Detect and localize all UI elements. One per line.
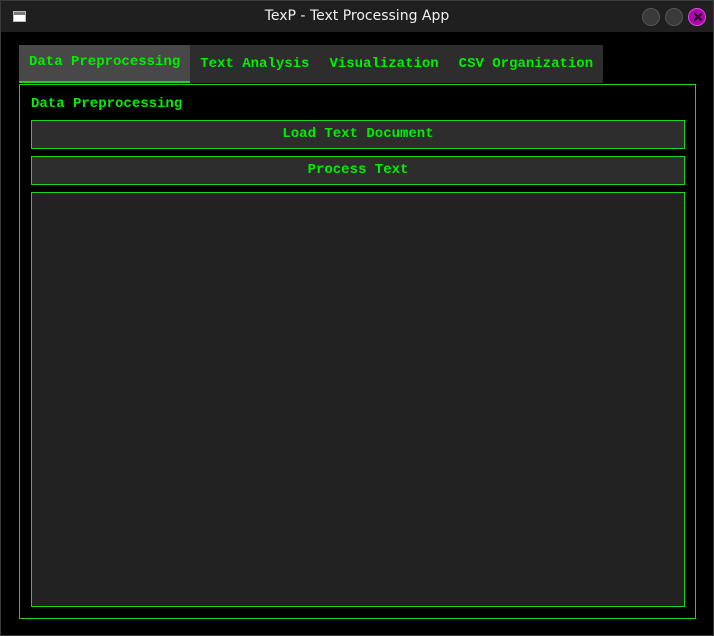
process-text-button[interactable]: Process Text xyxy=(31,156,685,185)
app-window: TexP - Text Processing App Data Preproce… xyxy=(0,0,714,636)
minimize-button[interactable] xyxy=(642,8,660,26)
maximize-button[interactable] xyxy=(665,8,683,26)
load-text-document-button[interactable]: Load Text Document xyxy=(31,120,685,149)
text-output-area[interactable] xyxy=(31,192,685,607)
panel-title: Data Preprocessing xyxy=(31,96,183,112)
tab-bar: Data Preprocessing Text Analysis Visuali… xyxy=(19,45,604,83)
data-preprocessing-panel: Data Preprocessing Load Text Document Pr… xyxy=(19,84,696,619)
tab-text-analysis[interactable]: Text Analysis xyxy=(190,45,320,83)
window-title: TexP - Text Processing App xyxy=(264,8,450,24)
tab-visualization[interactable]: Visualization xyxy=(319,45,449,83)
title-bar[interactable]: TexP - Text Processing App xyxy=(1,1,713,32)
tab-data-preprocessing[interactable]: Data Preprocessing xyxy=(19,45,191,83)
tab-csv-organization[interactable]: CSV Organization xyxy=(448,45,604,83)
close-button[interactable] xyxy=(688,8,706,26)
